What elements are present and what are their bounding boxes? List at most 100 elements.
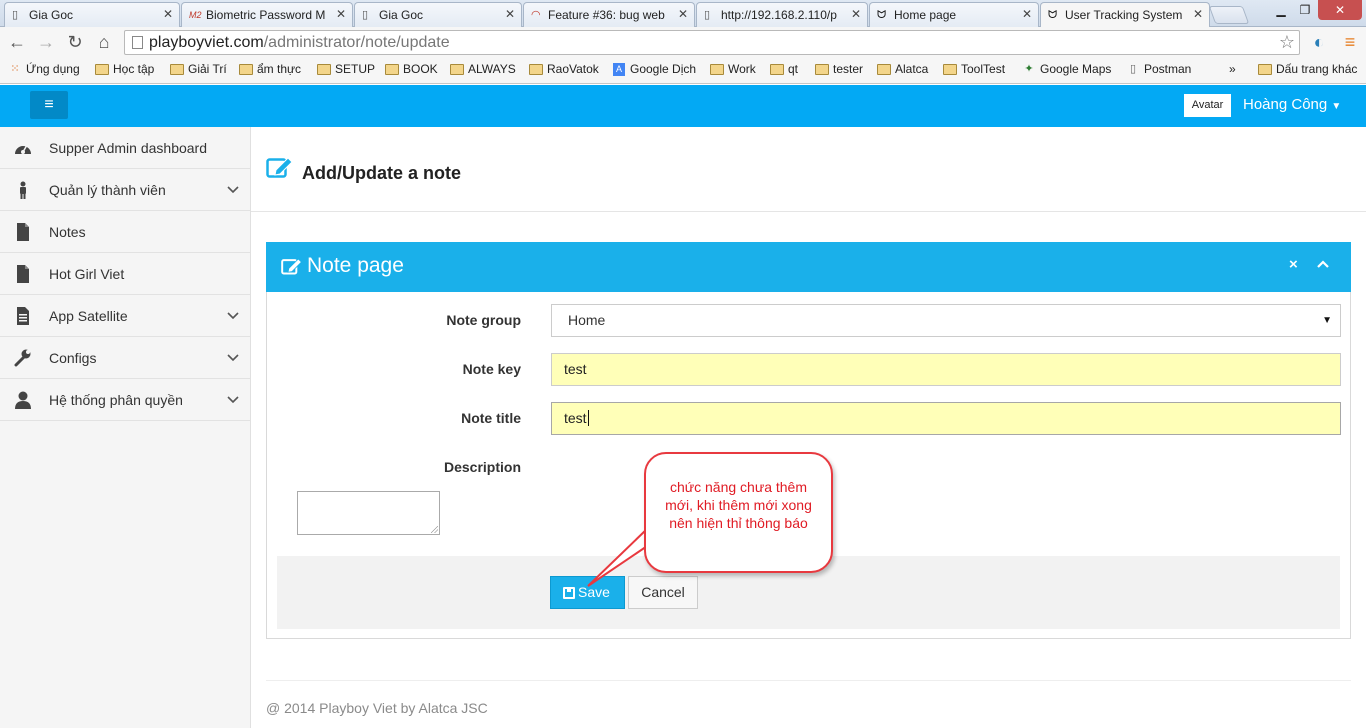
address-bar[interactable]: playboyviet.com/administrator/note/updat… bbox=[124, 30, 1300, 55]
minimize-icon[interactable]: ▁ bbox=[1270, 0, 1292, 20]
tab-close-icon[interactable]: ✕ bbox=[851, 7, 861, 21]
page-icon: ▯ bbox=[12, 9, 19, 21]
other-bookmarks[interactable]: Dấu trang khác bbox=[1258, 62, 1357, 76]
tab-title: Home page bbox=[894, 8, 957, 22]
chevron-down-icon bbox=[227, 396, 239, 404]
page-icon: ▯ bbox=[362, 9, 369, 21]
sidebar: Supper Admin dashboard Quản lý thành viê… bbox=[0, 127, 251, 728]
sidebar-item-dashboard[interactable]: Supper Admin dashboard bbox=[0, 127, 250, 169]
new-tab-button[interactable] bbox=[1208, 6, 1250, 24]
chevron-down-icon bbox=[227, 354, 239, 362]
person-icon bbox=[15, 391, 31, 409]
chevron-up-icon[interactable] bbox=[1316, 257, 1330, 271]
bookmark-star-icon[interactable]: ☆ bbox=[1279, 31, 1295, 54]
url-path: /administrator/note/update bbox=[263, 34, 450, 51]
note-form-panel: Note page × Note group Home ▼ Note key t… bbox=[266, 242, 1351, 639]
hamburger-icon: ≡ bbox=[44, 96, 54, 113]
bookmark-folder[interactable]: ẩm thực bbox=[239, 62, 301, 76]
bookmark-apps[interactable]: ⁙ Ứng dụng bbox=[8, 62, 79, 76]
tab-title: Feature #36: bug web bbox=[548, 8, 665, 22]
user-icon bbox=[20, 181, 26, 199]
sidebar-item-label: Notes bbox=[49, 224, 86, 240]
floppy-disk-icon bbox=[563, 587, 575, 599]
note-key-input[interactable]: test bbox=[551, 353, 1341, 386]
avatar[interactable]: Avatar bbox=[1184, 94, 1231, 117]
folder-icon bbox=[815, 64, 829, 75]
folder-icon bbox=[1258, 64, 1272, 75]
sidebar-item-permissions[interactable]: Hệ thống phân quyền bbox=[0, 379, 250, 421]
sidebar-item-label: Hot Girl Viet bbox=[49, 266, 125, 282]
browser-tab[interactable]: ◠ Feature #36: bug web ✕ bbox=[523, 2, 695, 27]
file-icon bbox=[17, 265, 29, 283]
browser-tab[interactable]: ▯ http://192.168.2.110/p ✕ bbox=[696, 2, 868, 27]
browser-tab[interactable]: M2 Biometric Password M ✕ bbox=[181, 2, 353, 27]
sidebar-item-notes[interactable]: Notes bbox=[0, 211, 250, 253]
tab-title: Biometric Password M bbox=[206, 8, 326, 22]
sidebar-item-hot-girl-viet[interactable]: Hot Girl Viet bbox=[0, 253, 250, 295]
sidebar-item-app-satellite[interactable]: App Satellite bbox=[0, 295, 250, 337]
note-group-select[interactable]: Home ▼ bbox=[551, 304, 1341, 337]
bookmark-folder[interactable]: Work bbox=[710, 62, 756, 76]
bookmark-folder[interactable]: tester bbox=[815, 62, 863, 76]
user-menu[interactable]: Hoàng Công ▼ bbox=[1243, 96, 1341, 113]
forward-icon[interactable]: → bbox=[34, 30, 58, 54]
page-icon: ▯ bbox=[1129, 63, 1137, 75]
tab-close-icon[interactable]: ✕ bbox=[505, 7, 515, 21]
restore-icon[interactable]: ❐ bbox=[1294, 0, 1316, 20]
bookmark-folder[interactable]: ALWAYS bbox=[450, 62, 516, 76]
bookmark-folder[interactable]: Alatca bbox=[877, 62, 928, 76]
extension-icon[interactable]: ◐ bbox=[1307, 30, 1331, 54]
sidebar-item-label: App Satellite bbox=[49, 308, 128, 324]
note-key-label: Note key bbox=[462, 361, 521, 377]
close-icon[interactable]: × bbox=[1289, 256, 1298, 273]
sidebar-item-configs[interactable]: Configs bbox=[0, 337, 250, 379]
tab-close-icon[interactable]: ✕ bbox=[336, 7, 346, 21]
site-icon: M2 bbox=[189, 10, 202, 20]
reload-icon[interactable]: ↻ bbox=[63, 30, 87, 54]
browser-tab[interactable]: ▯ Gia Goc ✕ bbox=[4, 2, 180, 27]
back-icon[interactable]: ← bbox=[5, 30, 29, 54]
note-title-input[interactable]: test bbox=[551, 402, 1341, 435]
tab-close-icon[interactable]: ✕ bbox=[678, 7, 688, 21]
resize-handle-icon[interactable] bbox=[431, 526, 438, 533]
footer-text: @ 2014 Playboy Viet by Alatca JSC bbox=[266, 700, 488, 716]
bookmark-postman[interactable]: ▯ Postman bbox=[1126, 62, 1191, 76]
bookmarks-bar: ⁙ Ứng dụng Học tập Giải Trí ẩm thực SETUP… bbox=[0, 58, 1366, 84]
window-close-icon[interactable]: ✕ bbox=[1318, 0, 1362, 20]
footer-divider bbox=[266, 680, 1351, 681]
bookmark-folder[interactable]: RaoVatok bbox=[529, 62, 599, 76]
description-textarea[interactable] bbox=[297, 491, 440, 535]
url-host: playboyviet.com bbox=[149, 34, 264, 51]
bookmark-folder[interactable]: Học tập bbox=[95, 62, 154, 76]
browser-tab-active[interactable]: ᗢ User Tracking System ✕ bbox=[1040, 2, 1210, 27]
caret-down-icon: ▼ bbox=[1331, 101, 1342, 112]
bookmark-folder[interactable]: SETUP bbox=[317, 62, 375, 76]
note-title-label: Note title bbox=[461, 410, 521, 426]
bookmark-folder[interactable]: Giải Trí bbox=[170, 62, 227, 76]
note-group-label: Note group bbox=[446, 312, 521, 328]
bookmarks-overflow-button[interactable]: » bbox=[1229, 62, 1236, 76]
tab-title: Gia Goc bbox=[29, 8, 74, 22]
sidebar-toggle-button[interactable]: ≡ bbox=[30, 91, 68, 119]
edit-icon bbox=[266, 157, 293, 178]
folder-icon bbox=[770, 64, 784, 75]
bookmark-google-maps[interactable]: ✦ Google Maps bbox=[1022, 62, 1111, 76]
tab-close-icon[interactable]: ✕ bbox=[1193, 7, 1203, 21]
file-icon bbox=[17, 223, 29, 241]
chrome-menu-icon[interactable]: ≡ bbox=[1338, 30, 1362, 54]
bookmark-folder[interactable]: ToolTest bbox=[943, 62, 1005, 76]
bookmark-folder[interactable]: qt bbox=[770, 62, 798, 76]
tab-close-icon[interactable]: ✕ bbox=[163, 7, 173, 21]
home-icon[interactable]: ⌂ bbox=[92, 30, 116, 54]
sidebar-item-members[interactable]: Quản lý thành viên bbox=[0, 169, 250, 211]
browser-tab[interactable]: ▯ Gia Goc ✕ bbox=[354, 2, 522, 27]
annotation-text: chức năng chưa thêm mới, khi thêm mới xo… bbox=[665, 479, 812, 531]
browser-tabstrip: ▯ Gia Goc ✕ M2 Biometric Password M ✕ ▯ … bbox=[0, 0, 1366, 27]
sidebar-item-label: Supper Admin dashboard bbox=[49, 140, 207, 156]
bookmark-google-translate[interactable]: A Google Dịch bbox=[612, 62, 696, 76]
bookmark-folder[interactable]: BOOK bbox=[385, 62, 438, 76]
browser-tab[interactable]: ᗢ Home page ✕ bbox=[869, 2, 1039, 27]
tab-close-icon[interactable]: ✕ bbox=[1022, 7, 1032, 21]
folder-icon bbox=[877, 64, 891, 75]
app-topbar: ≡ Avatar Hoàng Công ▼ bbox=[0, 85, 1366, 127]
